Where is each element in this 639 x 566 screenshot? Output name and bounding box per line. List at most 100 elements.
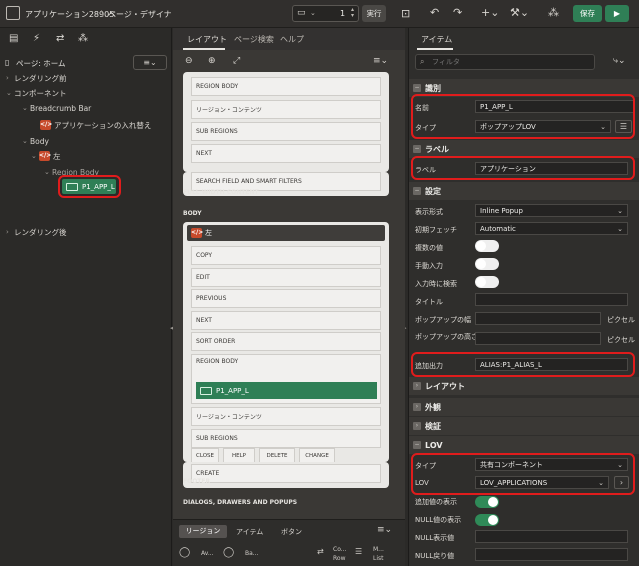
section-full-width: FULL WIDTH CONTENT bbox=[183, 189, 259, 196]
text-item-icon bbox=[200, 386, 212, 395]
column-toggle-component-icon[interactable]: ⇄ bbox=[317, 547, 324, 556]
search-as-you-type-toggle[interactable] bbox=[475, 276, 499, 288]
page-selector[interactable]: ▭ ⌄ 1 ▴ ▾ bbox=[292, 5, 359, 22]
group-validation[interactable]: › 検証 bbox=[409, 417, 639, 435]
slot-change[interactable]: CHANGE bbox=[299, 448, 335, 463]
slot-region-content-2[interactable]: リージョン・コンテンツ bbox=[191, 407, 381, 426]
null-return-value-field[interactable] bbox=[475, 548, 628, 561]
display-extra-toggle[interactable] bbox=[475, 496, 499, 508]
slot-region-body[interactable]: REGION BODY bbox=[191, 77, 381, 96]
slot-edit[interactable]: EDIT bbox=[191, 268, 381, 287]
group-appearance[interactable]: › 外観 bbox=[409, 398, 639, 416]
active-tab-indicator bbox=[183, 48, 225, 50]
page-number[interactable]: 1 bbox=[340, 9, 345, 18]
filter-input[interactable] bbox=[432, 56, 592, 68]
slot-sort-order[interactable]: SORT ORDER bbox=[191, 332, 381, 351]
collapse-icon: − bbox=[413, 145, 421, 153]
gallery-avatar-label: Av... bbox=[201, 550, 214, 557]
save-and-run-button[interactable]: ▶ bbox=[605, 5, 629, 22]
slot-region-content[interactable]: リージョン・コンテンツ bbox=[191, 100, 381, 119]
tab-item[interactable]: アイテム bbox=[421, 34, 452, 45]
group-lov[interactable]: − LOV bbox=[409, 436, 639, 454]
zoom-out-icon[interactable]: ⊖ bbox=[185, 56, 193, 66]
expand-icon: › bbox=[413, 403, 421, 411]
save-button[interactable]: 保存 bbox=[573, 5, 602, 22]
upper-region-card: REGION BODY リージョン・コンテンツ SUB REGIONS NEXT bbox=[183, 72, 389, 172]
tab-help[interactable]: ヘルプ bbox=[280, 34, 304, 45]
filter-box[interactable]: ⌕ bbox=[415, 54, 595, 70]
display-as-select[interactable]: Inline Popup ⌄ bbox=[475, 204, 628, 217]
component-gallery: リージョン アイテム ボタン ≡⌄ ◯ Av... ◯ Ba... ⇄ Co..… bbox=[173, 519, 405, 566]
chevron-right-icon: › bbox=[6, 74, 9, 82]
gallery-menu-icon[interactable]: ≡⌄ bbox=[377, 525, 392, 535]
shared-tab-icon[interactable]: ⁂ bbox=[78, 33, 88, 44]
tree-after-render[interactable]: › レンダリング後 bbox=[6, 225, 67, 239]
initial-fetch-select[interactable]: Automatic ⌄ bbox=[475, 222, 628, 235]
tree-before-render[interactable]: › レンダリング前 bbox=[6, 71, 67, 85]
tree-breadcrumb-bar[interactable]: ⌄ Breadcrumb Bar bbox=[22, 101, 91, 115]
group-settings[interactable]: − 設定 bbox=[409, 182, 639, 200]
page-dropdown-chevron-icon: ⌄ bbox=[310, 9, 316, 17]
lock-icon[interactable]: ⊡ bbox=[401, 7, 410, 20]
badge-component-icon[interactable]: ◯ bbox=[223, 547, 234, 558]
zoom-in-icon[interactable]: ⊕ bbox=[208, 56, 216, 66]
page-icon: ▭ bbox=[297, 8, 306, 18]
gallery-tab-regions[interactable]: リージョン bbox=[179, 525, 227, 538]
layout-menu-icon[interactable]: ≡⌄ bbox=[373, 56, 388, 66]
go-to-group-icon[interactable]: ⤷⌄ bbox=[613, 56, 626, 66]
processing-tab-icon[interactable]: ⇄ bbox=[56, 33, 64, 44]
slot-create[interactable]: CREATE bbox=[191, 464, 381, 483]
popup-width-field[interactable] bbox=[475, 312, 601, 325]
slot-close[interactable]: CLOSE bbox=[191, 448, 219, 463]
media-list-component-icon[interactable]: ☰ bbox=[355, 547, 362, 556]
gallery-tab-items[interactable]: アイテム bbox=[236, 527, 263, 537]
left-region-header[interactable]: </> 左 bbox=[187, 225, 385, 241]
left-region-card[interactable]: </> 左 COPY EDIT PREVIOUS NEXT SORT ORDER… bbox=[183, 222, 389, 463]
tab-page-search[interactable]: ページ検索 bbox=[234, 34, 274, 45]
slot-previous[interactable]: PREVIOUS bbox=[191, 289, 381, 308]
slot-sub-regions[interactable]: SUB REGIONS bbox=[191, 122, 381, 141]
avatar-component-icon[interactable]: ◯ bbox=[179, 547, 190, 558]
expand-icon: › bbox=[413, 382, 421, 390]
rendering-tab-icon[interactable]: ▤ bbox=[9, 33, 18, 44]
tree-menu-button[interactable]: ≡⌄ bbox=[133, 55, 167, 70]
slot-sub-regions-2[interactable]: SUB REGIONS bbox=[191, 429, 381, 448]
slot-next[interactable]: NEXT bbox=[191, 144, 381, 163]
null-display-value-field[interactable] bbox=[475, 530, 628, 543]
slot-copy[interactable]: COPY bbox=[191, 246, 381, 265]
run-button[interactable]: 実行 bbox=[362, 5, 386, 22]
popup-height-field[interactable] bbox=[475, 332, 601, 345]
null-display-value-label: NULL表示値 bbox=[415, 534, 455, 542]
slot-help[interactable]: HELP bbox=[223, 448, 255, 463]
initial-fetch-label: 初期フェッチ bbox=[415, 226, 457, 234]
highlight-lov bbox=[411, 453, 635, 495]
tree-left-region[interactable]: ⌄ </> 左 bbox=[31, 149, 61, 163]
app-icon[interactable] bbox=[6, 6, 20, 20]
slot-delete[interactable]: DELETE bbox=[259, 448, 295, 463]
display-null-toggle[interactable] bbox=[475, 514, 499, 526]
rendering-tree-panel: ▤ ⚡ ⇄ ⁂ ▯ ページ: ホーム ≡⌄ › レンダリング前 ⌄ コンポーネント … bbox=[0, 28, 172, 566]
chevron-down-icon: ⌄ bbox=[22, 137, 28, 145]
group-layout[interactable]: › レイアウト bbox=[409, 377, 639, 395]
layout-item-selected[interactable]: P1_APP_L bbox=[196, 382, 377, 399]
manual-entry-toggle[interactable] bbox=[475, 258, 499, 270]
expand-icon[interactable]: ⤢ bbox=[233, 56, 240, 66]
search-icon: ⌕ bbox=[420, 57, 425, 66]
multiple-values-toggle[interactable] bbox=[475, 240, 499, 252]
tab-layout[interactable]: レイアウト bbox=[187, 34, 227, 45]
slot-next-2[interactable]: NEXT bbox=[191, 311, 381, 330]
shared-components-icon[interactable]: ⁂ bbox=[548, 6, 559, 19]
gallery-list-label: List bbox=[373, 555, 384, 562]
gallery-tab-buttons[interactable]: ボタン bbox=[281, 527, 302, 537]
tree-body[interactable]: ⌄ Body bbox=[22, 134, 49, 148]
utilities-wrench-icon[interactable]: ⚒⌄ bbox=[510, 6, 529, 19]
page-stepper-icon[interactable]: ▴ ▾ bbox=[351, 7, 354, 19]
title-field[interactable] bbox=[475, 293, 628, 306]
redo-icon[interactable]: ↷ bbox=[453, 6, 462, 19]
dynamic-actions-tab-icon[interactable]: ⚡ bbox=[33, 33, 40, 44]
add-icon[interactable]: +⌄ bbox=[481, 6, 499, 19]
tree-app-switch-region[interactable]: </> アプリケーションの入れ替え bbox=[40, 118, 151, 132]
page-root-label[interactable]: ページ: ホーム bbox=[16, 58, 66, 69]
tree-components[interactable]: ⌄ コンポーネント bbox=[6, 86, 67, 100]
undo-icon[interactable]: ↶ bbox=[430, 6, 439, 19]
